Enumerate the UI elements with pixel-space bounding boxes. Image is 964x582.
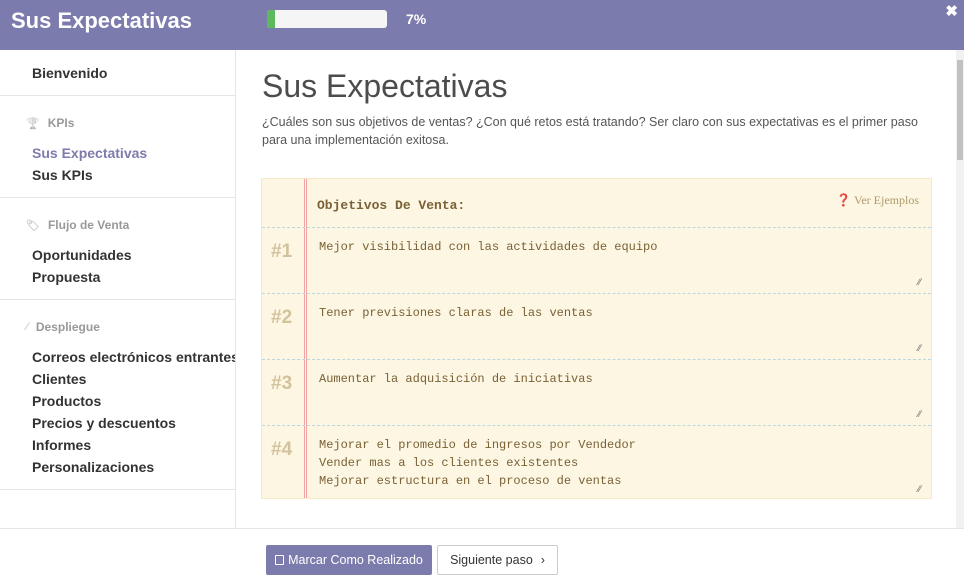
objective-number: #1 [271,241,293,262]
resize-grip-icon[interactable]: ⁄⁄ [918,343,921,353]
objective-input[interactable]: Mejorar el promedio de ingresos por Vend… [319,436,922,496]
sidebar-item[interactable]: Propuesta [0,266,235,288]
sidebar: Bienvenido 🏆 KPIs Sus Expectativas Sus KPIs… [0,50,236,528]
footer: Marcar Como Realizado Siguiente paso › [0,528,964,582]
sidebar-item-bienvenido[interactable]: Bienvenido [0,62,235,84]
resize-grip-icon[interactable]: ⁄⁄ [918,484,921,494]
resize-grip-icon[interactable]: ⁄⁄ [918,277,921,287]
scrollbar-thumb[interactable] [957,60,963,160]
page-title: Sus Expectativas [262,68,508,104]
header: Sus Expectativas 7% ✖ [0,0,964,50]
magic-wand-icon: ⁄ [26,321,28,333]
sidebar-item[interactable]: Informes [0,434,235,456]
trophy-icon: 🏆 [26,117,40,130]
sidebar-section-header: ⁄ Despliegue [0,312,235,346]
sidebar-item[interactable]: Sus Expectativas [0,142,235,164]
objective-row: #3 Aumentar la adquisición de iniciativas… [262,360,931,426]
ver-ejemplos-label: Ver Ejemplos [854,193,919,207]
checkbox-icon [275,555,285,565]
sidebar-item[interactable]: Sus KPIs [0,164,235,186]
ver-ejemplos-link[interactable]: ❓ Ver Ejemplos [836,193,919,208]
next-step-button[interactable]: Siguiente paso › [437,545,558,575]
page-description: ¿Cuáles son sus objetivos de ventas? ¿Co… [262,115,918,147]
close-icon[interactable]: ✖ [945,2,958,20]
sidebar-section-title: Flujo de Venta [47,218,130,232]
mark-done-label: Marcar Como Realizado [288,553,423,567]
sidebar-section-title: Despliegue [35,320,100,334]
sidebar-item[interactable]: Precios y descuentos [0,412,235,434]
sidebar-item[interactable]: Correos electrónicos entrantes [0,346,235,368]
resize-grip-icon[interactable]: ⁄⁄ [918,409,921,419]
next-step-label: Siguiente paso [450,553,533,567]
sidebar-item[interactable]: Personalizaciones [0,456,235,478]
progress-fill [267,10,276,28]
objective-row: #4 Mejorar el promedio de ingresos por Ve… [262,426,931,500]
objective-number: #3 [271,373,293,394]
objective-row: #1 Mejor visibilidad con las actividades … [262,228,931,294]
progress-label: 7% [406,11,427,27]
notebook-header: Objetivos De Venta: ❓ Ver Ejemplos [262,179,931,228]
mark-done-button[interactable]: Marcar Como Realizado [266,545,432,575]
objective-row: #2 Tener previsiones claras de las ventas… [262,294,931,360]
notebook-title: Objetivos De Venta: [317,198,466,213]
objective-number: #2 [271,307,293,328]
sidebar-section: 🏷 Flujo de Venta Oportunidades Propuesta [0,198,235,300]
objective-input[interactable]: Mejor visibilidad con las actividades de… [319,238,922,290]
objective-input[interactable]: Tener previsiones claras de las ventas [319,304,922,356]
sidebar-section: ⁄ Despliegue Correos electrónicos entrante… [0,300,235,490]
tag-icon: 🏷 [26,219,40,232]
objective-input[interactable]: Aumentar la adquisición de iniciativas [319,370,922,422]
chevron-right-icon: › [540,553,545,567]
sidebar-item[interactable]: Clientes [0,368,235,390]
scrollbar[interactable] [956,50,964,528]
sidebar-section-header: 🏷 Flujo de Venta [0,210,235,244]
objective-number: #4 [271,439,293,460]
sidebar-section: 🏆 KPIs Sus Expectativas Sus KPIs [0,96,235,198]
main-content: Sus Expectativas ¿Cuáles son sus objetiv… [236,50,956,528]
sidebar-section-welcome: Bienvenido [0,50,235,96]
sidebar-item[interactable]: Oportunidades [0,244,235,266]
notebook: Objetivos De Venta: ❓ Ver Ejemplos #1 Mej… [261,178,932,499]
sidebar-section-header: 🏆 KPIs [0,108,235,142]
sidebar-section-title: KPIs [47,116,75,130]
sidebar-item[interactable]: Productos [0,390,235,412]
question-circle-icon: ❓ [836,193,852,207]
header-title: Sus Expectativas [11,8,192,33]
progress-bar [267,10,387,28]
